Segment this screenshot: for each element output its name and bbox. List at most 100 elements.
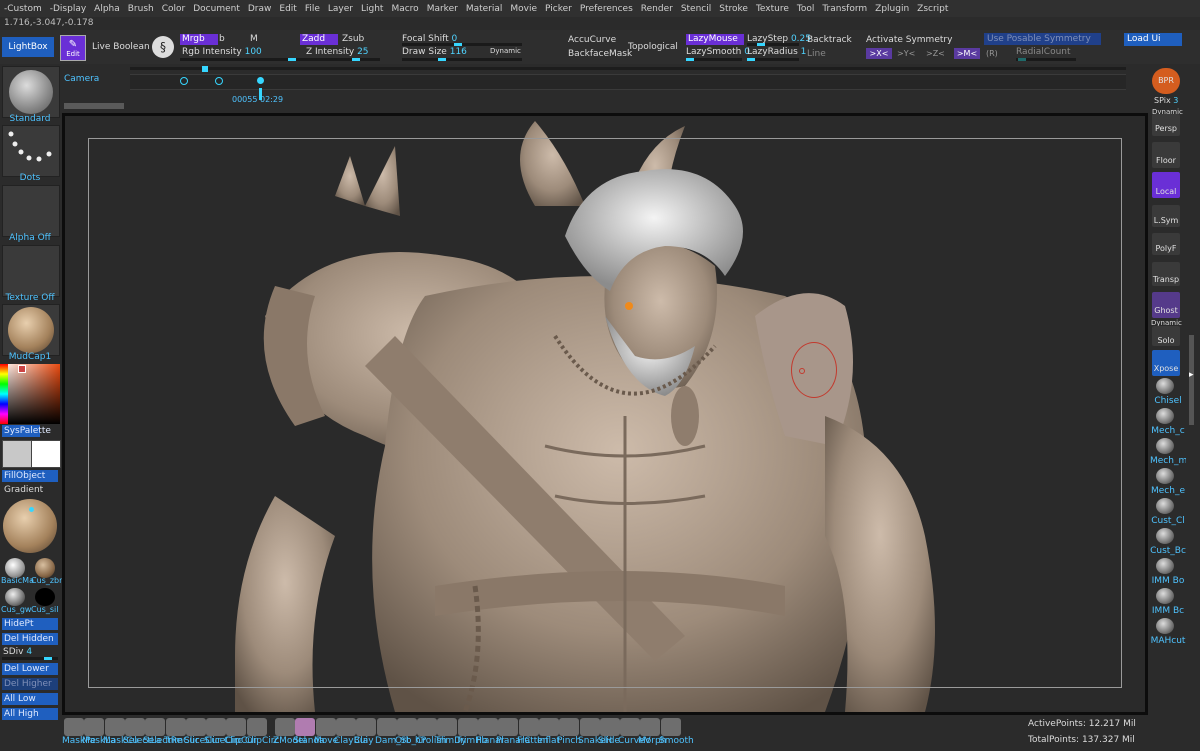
- color-picker-handle[interactable]: [18, 365, 26, 373]
- tray-collapse-arrow-icon[interactable]: ▸: [1189, 370, 1197, 382]
- symmetry-z-button[interactable]: >Z<: [926, 49, 945, 58]
- menu-item[interactable]: Zscript: [913, 4, 952, 14]
- bottom-brush-icon[interactable]: [539, 718, 559, 736]
- bottom-brush-icon[interactable]: [275, 718, 295, 736]
- z-intensity-track[interactable]: [300, 58, 380, 61]
- del-higher-button[interactable]: Del Higher: [2, 678, 58, 690]
- bottom-brush-icon[interactable]: [186, 718, 206, 736]
- local-button[interactable]: Local: [1152, 172, 1180, 198]
- lazystep-knob[interactable]: [757, 43, 765, 46]
- spix-slider[interactable]: SPix 3: [1154, 96, 1178, 105]
- menu-item[interactable]: -Display: [46, 4, 90, 14]
- menu-item[interactable]: Zplugin: [871, 4, 913, 14]
- rgb-intensity-knob[interactable]: [288, 58, 296, 61]
- menu-item[interactable]: Movie: [506, 4, 541, 14]
- bottom-brush-icon[interactable]: [397, 718, 417, 736]
- secondary-color-swatch[interactable]: [2, 440, 32, 468]
- menu-item[interactable]: Macro: [387, 4, 422, 14]
- timeline-playhead[interactable]: [257, 77, 264, 84]
- zadd-button[interactable]: Zadd: [300, 34, 338, 45]
- floor-button[interactable]: Floor: [1152, 142, 1180, 168]
- hue-strip[interactable]: [0, 364, 8, 424]
- basicmaterial-icon[interactable]: [5, 558, 25, 578]
- alpha-thumbnail[interactable]: [2, 185, 60, 237]
- bottom-brush-icon[interactable]: [206, 718, 226, 736]
- syspalette-button[interactable]: SysPalette: [2, 425, 51, 437]
- radialcount-track[interactable]: [1016, 58, 1076, 61]
- all-high-button[interactable]: All High: [2, 708, 58, 720]
- accucurve-button[interactable]: AccuCurve: [568, 35, 616, 45]
- symmetry-radial-button[interactable]: (R): [986, 49, 998, 58]
- polyf-button[interactable]: PolyF: [1152, 233, 1180, 255]
- lazyradius-track[interactable]: [747, 58, 799, 61]
- timeline-scrollbar[interactable]: [64, 103, 124, 109]
- bottom-brush-icon[interactable]: [600, 718, 620, 736]
- use-posable-symmetry-button[interactable]: Use Posable Symmetry: [984, 33, 1101, 45]
- symmetry-x-button[interactable]: >X<: [866, 48, 892, 59]
- load-ui-button[interactable]: Load Ui: [1124, 33, 1182, 46]
- backtrack-button[interactable]: Backtrack: [807, 35, 852, 45]
- brush-thumbnail[interactable]: [2, 66, 60, 118]
- menu-item[interactable]: Document: [189, 4, 244, 14]
- bottom-brush-icon[interactable]: [559, 718, 579, 736]
- bottom-brush-icon[interactable]: [661, 718, 681, 736]
- menu-item[interactable]: Render: [637, 4, 677, 14]
- bottom-brush-icon[interactable]: [247, 718, 267, 736]
- bottom-brush-icon[interactable]: [377, 718, 397, 736]
- symmetry-y-button[interactable]: >Y<: [897, 49, 915, 58]
- bottom-brush-icon[interactable]: [458, 718, 478, 736]
- timeline-track[interactable]: [130, 74, 1126, 90]
- bpr-button[interactable]: BPR: [1152, 68, 1180, 94]
- bottom-brush-icon[interactable]: [417, 718, 437, 736]
- menu-item[interactable]: Light: [357, 4, 387, 14]
- bottom-brush-icon[interactable]: [316, 718, 336, 736]
- menu-item[interactable]: Layer: [324, 4, 357, 14]
- lazysmooth-slider[interactable]: LazySmooth 0: [686, 47, 750, 57]
- menu-item[interactable]: Transform: [818, 4, 871, 14]
- activate-symmetry-button[interactable]: Activate Symmetry: [866, 35, 952, 45]
- menu-item[interactable]: Texture: [752, 4, 793, 14]
- lazyradius-knob[interactable]: [747, 58, 755, 61]
- radialcount-knob[interactable]: [1018, 58, 1026, 61]
- right-brush-icon[interactable]: [1156, 468, 1174, 484]
- lightbox-button[interactable]: LightBox: [2, 37, 54, 57]
- keyframe-marker[interactable]: [215, 77, 223, 85]
- draw-size-knob[interactable]: [438, 58, 446, 61]
- timeline-scroll-track[interactable]: [130, 66, 1126, 72]
- bottom-brush-icon[interactable]: [437, 718, 457, 736]
- xpose-button[interactable]: Xpose: [1152, 350, 1180, 376]
- bottom-brush-icon[interactable]: [620, 718, 640, 736]
- symmetry-m-button[interactable]: >M<: [954, 48, 980, 59]
- menu-item[interactable]: Edit: [275, 4, 300, 14]
- right-brush-icon[interactable]: [1156, 498, 1174, 514]
- bottom-brush-icon[interactable]: [226, 718, 246, 736]
- texture-thumbnail[interactable]: [2, 245, 60, 297]
- right-brush-icon[interactable]: [1156, 378, 1174, 394]
- rgb-intensity-track[interactable]: [180, 58, 300, 61]
- lazysmooth-knob[interactable]: [686, 58, 694, 61]
- material-preview-sphere[interactable]: [3, 499, 57, 553]
- bottom-brush-icon[interactable]: [84, 718, 104, 736]
- menu-item[interactable]: Preferences: [576, 4, 637, 14]
- bottom-brush-icon[interactable]: [145, 718, 165, 736]
- line-button[interactable]: Line: [807, 49, 826, 59]
- lazymouse-button[interactable]: LazyMouse: [686, 34, 744, 45]
- lazysmooth-track[interactable]: [686, 58, 742, 61]
- right-brush-icon[interactable]: [1156, 528, 1174, 544]
- sculptris-icon[interactable]: §: [152, 36, 174, 58]
- live-boolean-toggle[interactable]: Live Boolean: [92, 42, 150, 52]
- zsub-button[interactable]: Zsub: [342, 34, 364, 44]
- menu-item[interactable]: Stroke: [715, 4, 752, 14]
- m-button[interactable]: M: [250, 34, 258, 44]
- bottom-brush-icon[interactable]: [498, 718, 518, 736]
- z-intensity-slider[interactable]: Z Intensity 25: [306, 47, 369, 57]
- bottom-brush-icon[interactable]: [356, 718, 376, 736]
- right-brush-icon[interactable]: [1156, 408, 1174, 424]
- right-brush-icon[interactable]: [1156, 588, 1174, 604]
- radialcount-slider[interactable]: RadialCount: [1016, 47, 1071, 57]
- focal-shift-track[interactable]: [402, 43, 522, 46]
- menu-item[interactable]: Marker: [423, 4, 462, 14]
- hidept-button[interactable]: HidePt: [2, 618, 58, 630]
- rgb-button[interactable]: b: [219, 34, 225, 44]
- menu-item[interactable]: File: [301, 4, 324, 14]
